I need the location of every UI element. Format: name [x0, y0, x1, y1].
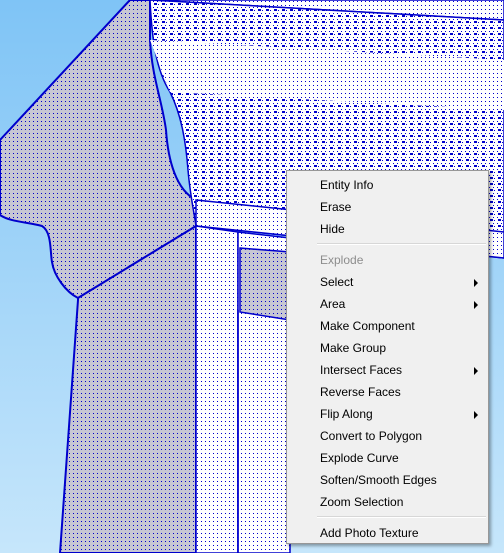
menu-item-label: Make Component [320, 319, 415, 333]
left-column-front-face[interactable] [195, 225, 239, 553]
menu-item-make-group[interactable]: Make Group [287, 337, 488, 359]
menu-item-reverse-faces[interactable]: Reverse Faces [287, 381, 488, 403]
submenu-arrow-icon [474, 367, 478, 375]
menu-item-label: Explode Curve [320, 451, 399, 465]
menu-item-label: Entity Info [320, 178, 374, 192]
menu-separator [317, 243, 486, 245]
context-menu: Entity Info Erase Hide Explode Select Area Mak… [286, 170, 489, 544]
menu-item-select[interactable]: Select [287, 271, 488, 293]
menu-separator [317, 516, 486, 518]
menu-item-make-component[interactable]: Make Component [287, 315, 488, 337]
menu-item-label: Reverse Faces [320, 385, 401, 399]
menu-item-explode: Explode [287, 249, 488, 271]
menu-item-area[interactable]: Area [287, 293, 488, 315]
menu-item-convert-to-polygon[interactable]: Convert to Polygon [287, 425, 488, 447]
menu-item-label: Hide [320, 222, 345, 236]
menu-item-explode-curve[interactable]: Explode Curve [287, 447, 488, 469]
menu-item-erase[interactable]: Erase [287, 196, 488, 218]
menu-item-label: Intersect Faces [320, 363, 403, 377]
menu-item-add-photo-texture[interactable]: Add Photo Texture [287, 522, 488, 544]
recessed-lintel-face[interactable] [239, 247, 291, 321]
menu-item-hide[interactable]: Hide [287, 218, 488, 240]
menu-item-label: Select [320, 275, 354, 289]
menu-item-label: Soften/Smooth Edges [320, 473, 437, 487]
submenu-arrow-icon [474, 279, 478, 287]
menu-item-label: Erase [320, 200, 352, 214]
menu-item-soften-smooth-edges[interactable]: Soften/Smooth Edges [287, 469, 488, 491]
menu-item-intersect-faces[interactable]: Intersect Faces [287, 359, 488, 381]
submenu-arrow-icon [474, 301, 478, 309]
menu-item-label: Make Group [320, 341, 387, 355]
submenu-arrow-icon [474, 411, 478, 419]
menu-item-label: Flip Along [320, 407, 373, 421]
menu-item-label: Convert to Polygon [320, 429, 423, 443]
menu-item-label: Area [320, 297, 346, 311]
menu-item-zoom-selection[interactable]: Zoom Selection [287, 491, 488, 513]
menu-item-entity-info[interactable]: Entity Info [287, 174, 488, 196]
menu-item-label: Zoom Selection [320, 495, 404, 509]
menu-item-label: Explode [320, 253, 364, 267]
menu-item-label: Add Photo Texture [320, 526, 419, 540]
menu-item-flip-along[interactable]: Flip Along [287, 403, 488, 425]
